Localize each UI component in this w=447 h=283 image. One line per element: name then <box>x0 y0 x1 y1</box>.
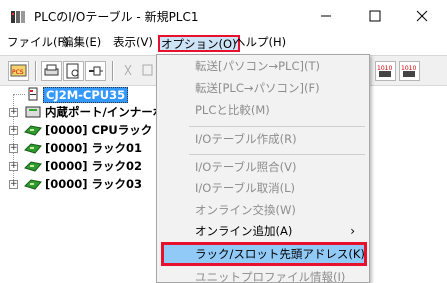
title-bar: PLCのI/Oテーブル - 新規PLC1 <box>0 0 447 33</box>
menu-separator <box>189 154 365 155</box>
toolbar-separator <box>112 61 114 81</box>
menu-item-transfer-to-pc[interactable]: 転送[PLC→パソコン](F) <box>157 78 369 99</box>
menu-item-transfer-to-plc[interactable]: 転送[パソコン→PLC](T) <box>157 56 369 77</box>
rack-label: [0000] CPUラック <box>45 123 153 137</box>
print-preview-icon[interactable] <box>63 61 84 81</box>
menu-item-cancel-io-table[interactable]: I/Oテーブル取消(L) <box>157 178 369 199</box>
print-icon[interactable] <box>41 61 62 81</box>
menu-item-compare-plc[interactable]: PLCと比較(M) <box>157 100 369 121</box>
rack-icon <box>24 179 42 190</box>
menu-item-unit-profile-info[interactable]: ユニットプロファイル情報(I) <box>157 267 369 283</box>
pin-icon[interactable] <box>85 61 106 81</box>
minimize-icon[interactable] <box>316 6 336 26</box>
pcs-icon[interactable]: PCS <box>8 61 29 81</box>
svg-text:PCS: PCS <box>12 69 24 76</box>
menu-item-rack-slot-start-address[interactable]: ラック/スロット先頭アドレス(K) <box>157 244 369 265</box>
io-read-icon[interactable]: 1010 <box>399 61 420 81</box>
menu-options[interactable]: オプション(O) <box>158 35 240 52</box>
rack-label: [0000] ラック01 <box>45 141 143 155</box>
menu-bar: ファイル(F) 編集(E) 表示(V) オプション(O) ヘルプ(H) <box>0 33 447 54</box>
rack-icon <box>24 143 42 154</box>
svg-text:1010: 1010 <box>377 65 392 72</box>
board-icon <box>25 106 41 118</box>
expand-icon[interactable]: + <box>9 126 18 135</box>
options-dropdown-menu: 転送[パソコン→PLC](T) 転送[PLC→パソコン](F) PLCと比較(M… <box>156 54 370 283</box>
close-icon[interactable] <box>412 6 432 26</box>
maximize-icon[interactable] <box>365 6 385 26</box>
menu-item-online-replace[interactable]: オンライン交換(W) <box>157 200 369 221</box>
svg-text:1010: 1010 <box>401 65 416 72</box>
expand-icon[interactable]: + <box>9 108 18 117</box>
menu-view[interactable]: 表示(V) <box>112 35 154 52</box>
menu-item-verify-io-table[interactable]: I/Oテーブル照合(V) <box>157 157 369 178</box>
app-icon <box>11 11 25 23</box>
menu-help[interactable]: ヘルプ(H) <box>233 35 287 52</box>
expand-icon[interactable]: + <box>9 162 18 171</box>
rack-label: [0000] ラック03 <box>45 177 143 191</box>
toolbar-separator <box>35 61 37 81</box>
expand-icon[interactable]: + <box>9 144 18 153</box>
cpu-unit-icon <box>28 87 38 101</box>
menu-item-create-io-table[interactable]: I/Oテーブル作成(R) <box>157 129 369 150</box>
tree-line <box>13 94 25 95</box>
io-compare-icon[interactable]: 1010 <box>375 61 396 81</box>
window-title: PLCのI/Oテーブル - 新規PLC1 <box>34 10 199 24</box>
menu-item-online-add[interactable]: オンライン追加(A) › <box>157 221 369 242</box>
cut-icon[interactable] <box>118 61 139 81</box>
rack-icon <box>24 125 42 136</box>
menu-edit[interactable]: 編集(E) <box>61 35 102 52</box>
rack-icon <box>24 161 42 172</box>
menu-separator <box>189 126 365 127</box>
rack-label: [0000] ラック02 <box>45 159 143 173</box>
expand-icon[interactable]: + <box>9 180 18 189</box>
submenu-arrow-icon: › <box>350 224 355 238</box>
online-add-label: オンライン追加(A) <box>195 224 293 238</box>
cpu-label: CJ2M-CPU35 <box>43 87 129 103</box>
